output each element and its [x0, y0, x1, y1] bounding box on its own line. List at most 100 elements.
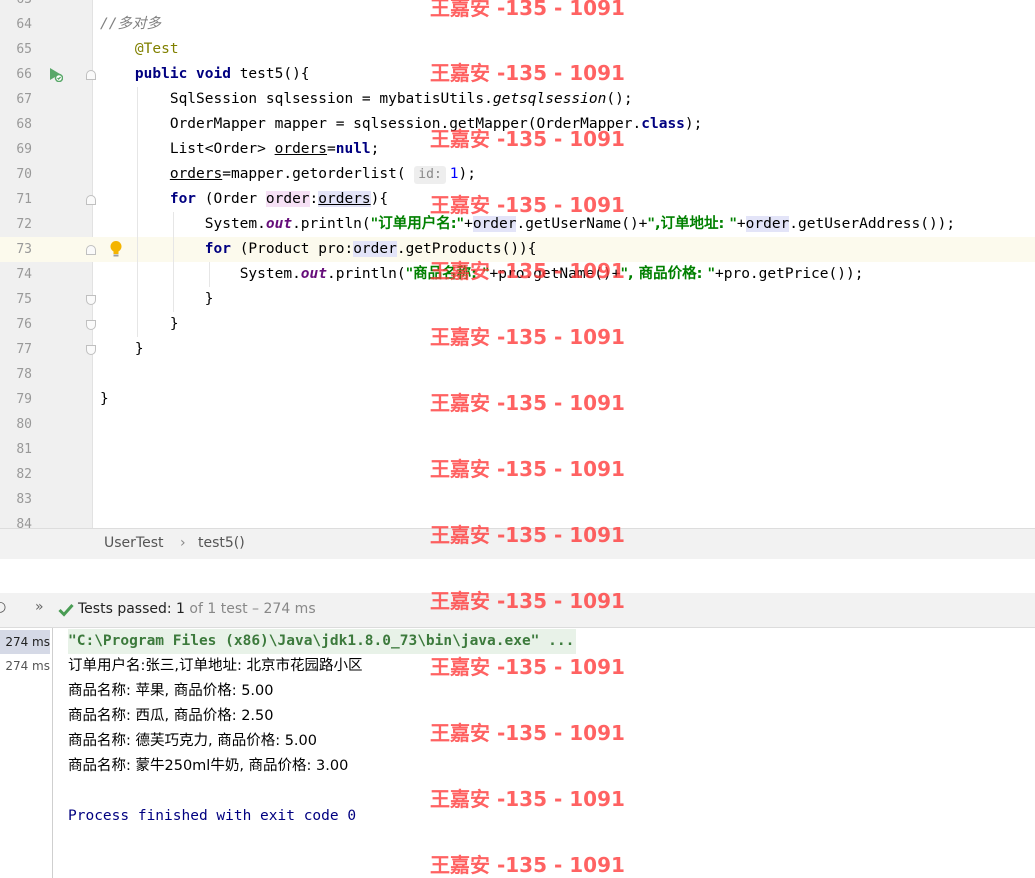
variable: order [745, 216, 790, 232]
code-text: .println( [292, 216, 371, 232]
console-command[interactable]: "C:\Program Files (x86)\Java\jdk1.8.0_73… [68, 629, 577, 654]
code-text: } [100, 391, 109, 407]
keyword: public [134, 66, 188, 82]
test-tree-item[interactable]: 274 ms [0, 630, 50, 654]
code-editor[interactable]: 63 64 65 66 67 68 69 70 71 72 73 74 75 7… [0, 0, 1035, 528]
fold-marker-icon[interactable] [86, 320, 96, 330]
static-method: getsqlsession [492, 91, 607, 107]
variable: orders [274, 141, 327, 157]
fold-marker-icon[interactable] [86, 70, 96, 80]
variable: order [265, 191, 310, 207]
code-text: ); [458, 166, 476, 182]
code-text: (); [606, 91, 633, 107]
code-text: .getUserAddress()); [789, 216, 956, 232]
test-tree-item[interactable]: 274 ms [0, 654, 50, 678]
code-line-65[interactable]: @Test [100, 37, 1035, 62]
line-number: 79 [16, 392, 32, 407]
code-text: List<Order> [169, 141, 275, 157]
code-line-72[interactable]: System.out.println("订单用户名:"+order.getUse… [100, 212, 1035, 237]
process-finished-message: Process finished with exit code 0 [68, 808, 357, 824]
test-status: Tests passed: [78, 601, 172, 617]
breadcrumb-class[interactable]: UserTest [104, 535, 163, 551]
expand-icon[interactable]: » [35, 599, 44, 615]
code-line-73[interactable]: for (Product pro:order.getProducts()){ [100, 237, 1035, 262]
string-literal: "商品名称: " [405, 266, 490, 282]
line-number: 72 [16, 217, 32, 232]
static-field: out [300, 266, 327, 282]
test-detail: of 1 test – 274 ms [189, 601, 316, 617]
code-line-68[interactable]: OrderMapper mapper = sqlsession.getMappe… [100, 112, 1035, 137]
keyword: null [335, 141, 371, 157]
line-number: 64 [16, 17, 32, 32]
code-text: + [464, 216, 473, 232]
test-count: 1 [176, 601, 185, 617]
code-text: +pro.getName()+ [489, 266, 621, 282]
line-number: 83 [16, 492, 32, 507]
code-text: .getUserName()+ [516, 216, 648, 232]
string-literal: ",订单地址: " [647, 216, 737, 232]
line-number: 73 [16, 242, 32, 257]
code-text: System. [239, 266, 301, 282]
code-line-75[interactable]: } [100, 287, 1035, 312]
panel-gap [0, 559, 1035, 593]
code-line-69[interactable]: List<Order> orders=null; [100, 137, 1035, 162]
line-number: 80 [16, 417, 32, 432]
static-field: out [265, 216, 293, 232]
code-text: + [736, 216, 746, 232]
code-text: (Product pro: [230, 241, 354, 257]
code-text: } [169, 316, 179, 332]
fold-marker-icon[interactable] [86, 295, 96, 305]
line-number: 74 [16, 267, 32, 282]
fold-marker-icon[interactable] [86, 245, 96, 255]
line-number: 75 [16, 292, 32, 307]
code-line-76[interactable]: } [100, 312, 1035, 337]
code-line-77[interactable]: } [100, 337, 1035, 362]
breadcrumb-method[interactable]: test5() [198, 535, 245, 551]
line-number: 71 [16, 192, 32, 207]
run-test-icon[interactable] [47, 66, 63, 82]
code-line-67[interactable]: SqlSession sqlsession = mybatisUtils.get… [100, 87, 1035, 112]
console-line: 订单用户名:张三,订单地址: 北京市花园路小区 [68, 658, 363, 674]
fold-marker-icon[interactable] [86, 345, 96, 355]
line-number: 65 [16, 42, 32, 57]
keyword: for [204, 241, 231, 257]
code-line-66[interactable]: public void test5(){ [100, 62, 1035, 87]
code-text: = [327, 141, 336, 157]
code-line-71[interactable]: for (Order order:orders){ [100, 187, 1035, 212]
line-number: 84 [16, 517, 32, 528]
code-text: (Order [196, 191, 266, 207]
test-tree[interactable]: 274 ms 274 ms [0, 628, 53, 878]
variable: order [353, 241, 397, 257]
keyword: class [641, 116, 685, 132]
console-line: 商品名称: 德芙巧克力, 商品价格: 5.00 [68, 733, 317, 749]
line-number: 76 [16, 317, 32, 332]
code-text: ; [370, 141, 380, 157]
breadcrumb-separator: › [180, 535, 186, 551]
string-literal: ", 商品价格: " [620, 266, 716, 282]
code-line-79[interactable]: } [100, 387, 1035, 412]
code-line-74[interactable]: System.out.println("商品名称: "+pro.getName(… [100, 262, 1035, 287]
fold-marker-icon[interactable] [86, 195, 96, 205]
keyword: void [196, 66, 231, 82]
code-text: } [134, 341, 144, 357]
code-text: .println( [327, 266, 406, 282]
console-line: 商品名称: 西瓜, 商品价格: 2.50 [68, 708, 274, 724]
search-icon[interactable]: ○ [0, 599, 6, 615]
line-number: 70 [16, 167, 32, 182]
breadcrumb: UserTest › test5() [0, 528, 1035, 560]
code-text: =mapper.getorderlist( [222, 166, 415, 182]
code-line-70[interactable]: orders=mapper.getorderlist( id: 1); [100, 162, 1035, 187]
code-text: test5(){ [230, 66, 310, 82]
test-status-bar: ○ » Tests passed: 1 of 1 test – 274 ms [0, 593, 1035, 628]
variable: orders [169, 166, 223, 182]
comment: //多对多 [100, 16, 161, 32]
number-literal: 1 [449, 166, 459, 182]
string-literal: "订单用户名:" [370, 216, 465, 232]
console-output[interactable]: "C:\Program Files (x86)\Java\jdk1.8.0_73… [53, 628, 1035, 878]
code-text: ){ [370, 191, 389, 207]
code-text: .getProducts()){ [396, 241, 537, 257]
code-text: OrderMapper mapper = sqlsession.getMappe… [169, 116, 642, 132]
code-line-64[interactable]: //多对多 [100, 12, 1035, 37]
code-text: ); [684, 116, 703, 132]
console-line: 商品名称: 苹果, 商品价格: 5.00 [68, 683, 274, 699]
